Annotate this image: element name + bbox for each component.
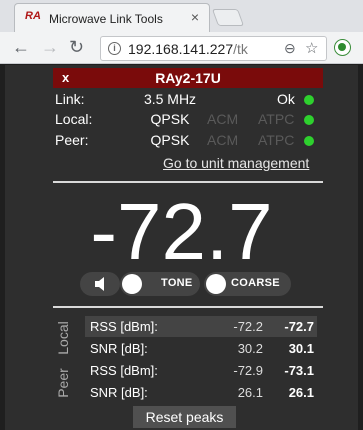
row-name: SNR [dB]: xyxy=(90,385,148,400)
control-bar: TONE COARSE xyxy=(80,272,291,296)
link-bandwidth: 3.5 MHz xyxy=(143,91,197,107)
link-row: Link: 3.5 MHz Ok xyxy=(55,90,320,110)
address-bar[interactable]: i 192.168.141.227/tk ⊖ ☆ xyxy=(100,36,327,61)
peer-row: Peer: QPSK ACM ATPC xyxy=(55,131,320,151)
tone-knob[interactable] xyxy=(122,274,142,294)
peer-atpc: ATPC xyxy=(258,132,295,148)
new-tab-button[interactable] xyxy=(211,9,245,26)
link-label: Link: xyxy=(55,91,85,107)
measurement-table: Local Peer RSS [dBm]: -72.2 -72.7 SNR [d… xyxy=(53,313,318,407)
local-group-label: Local xyxy=(53,316,73,359)
unit-name: RAy2-17U xyxy=(155,70,221,86)
row-peak: -72.9 xyxy=(233,363,263,378)
url-text[interactable]: 192.168.141.227/tk xyxy=(128,41,248,57)
divider xyxy=(53,306,323,308)
unit-header: x RAy2-17U xyxy=(53,68,323,88)
peer-ok-dot-icon xyxy=(304,136,314,146)
reload-icon[interactable]: ↻ xyxy=(69,37,84,57)
table-row: RSS [dBm]: -72.9 -73.1 xyxy=(85,360,317,381)
link-ok-dot-icon xyxy=(304,95,314,105)
speaker-toggle[interactable] xyxy=(80,272,120,296)
row-peak: 30.2 xyxy=(237,341,263,356)
row-peak: -72.2 xyxy=(233,319,263,334)
tab-title: Microwave Link Tools xyxy=(49,12,163,26)
coarse-toggle[interactable]: COARSE xyxy=(204,272,291,296)
row-name: SNR [dB]: xyxy=(90,341,148,356)
url-path: /tk xyxy=(233,41,248,57)
url-host: 192.168.141.227 xyxy=(128,41,234,57)
peer-group-text: Peer xyxy=(55,367,71,398)
coarse-label: COARSE xyxy=(231,277,280,289)
page-content: x RAy2-17U Link: 3.5 MHz Ok Local: QPSK … xyxy=(5,65,358,430)
local-group-text: Local xyxy=(55,320,71,355)
row-current: -73.1 xyxy=(284,363,314,378)
table-row: SNR [dB]: 30.2 30.1 xyxy=(85,338,317,359)
forward-arrow-icon[interactable]: → xyxy=(41,37,59,57)
link-state: Ok xyxy=(277,91,295,107)
browser-toolbar: ← → ↻ i 192.168.141.227/tk ⊖ ☆ xyxy=(0,32,363,64)
info-icon[interactable]: i xyxy=(108,42,121,55)
local-label: Local: xyxy=(55,111,93,127)
divider xyxy=(53,181,323,183)
close-icon[interactable]: × xyxy=(191,9,199,25)
local-atpc: ATPC xyxy=(258,111,295,127)
racom-logo-icon: RA xyxy=(25,10,41,22)
row-current: 30.1 xyxy=(288,341,314,356)
zoom-icon[interactable]: ⊖ xyxy=(284,40,296,57)
reset-peaks-button[interactable]: Reset peaks xyxy=(133,406,236,428)
tab-strip: RA Microwave Link Tools × xyxy=(0,0,363,32)
table-row: RSS [dBm]: -72.2 -72.7 xyxy=(85,316,317,337)
row-name: RSS [dBm]: xyxy=(90,319,158,334)
local-acm: ACM xyxy=(207,111,239,127)
row-name: RSS [dBm]: xyxy=(90,363,158,378)
speaker-icon xyxy=(95,277,104,291)
rss-big-value: -72.7 xyxy=(90,187,273,276)
local-row: Local: QPSK ACM ATPC xyxy=(55,110,320,130)
tone-label: TONE xyxy=(161,277,193,289)
back-arrow-icon[interactable]: ← xyxy=(12,37,30,57)
extension-icon[interactable] xyxy=(334,39,351,56)
row-current: -72.7 xyxy=(284,319,314,334)
browser-tab[interactable]: RA Microwave Link Tools × xyxy=(14,3,210,32)
unit-management-link[interactable]: Go to unit management xyxy=(163,155,309,171)
bookmark-star-icon[interactable]: ☆ xyxy=(305,39,318,57)
row-peak: 26.1 xyxy=(237,385,263,400)
coarse-knob[interactable] xyxy=(206,274,226,294)
tone-toggle[interactable]: TONE xyxy=(120,272,200,296)
peer-group-label: Peer xyxy=(53,361,73,404)
peer-acm: ACM xyxy=(207,132,239,148)
table-row: SNR [dB]: 26.1 26.1 xyxy=(85,382,317,403)
local-modulation: QPSK xyxy=(150,111,190,127)
peer-modulation: QPSK xyxy=(150,132,190,148)
peer-label: Peer: xyxy=(55,132,89,148)
local-ok-dot-icon xyxy=(304,115,314,125)
row-current: 26.1 xyxy=(288,385,314,400)
